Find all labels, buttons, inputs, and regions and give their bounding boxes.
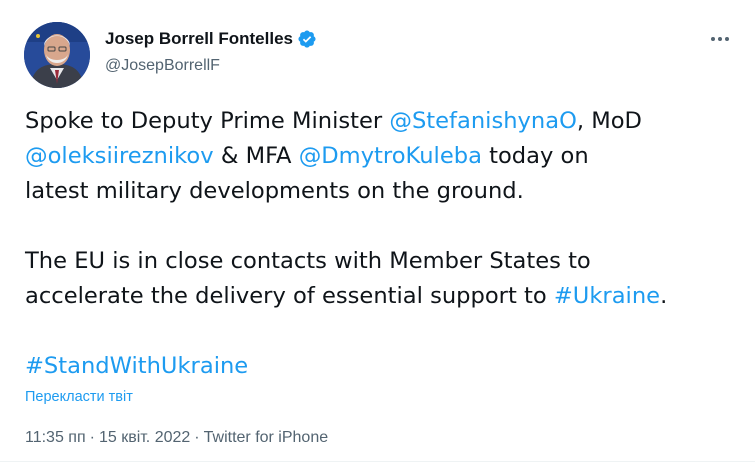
author-name[interactable]: Josep Borrell Fontelles [105,29,317,49]
verified-badge-icon [298,30,316,48]
tweet-text: Spoke to Deputy Prime Minister @Stefanis… [25,104,740,384]
tweet-line: #StandWithUkraine [25,349,740,384]
separator-dot: · [89,429,95,446]
tweet-text-segment: today on [481,143,589,169]
avatar[interactable] [24,22,90,88]
hashtag-link[interactable]: #Ukraine [554,283,660,309]
mention-link[interactable]: @StefanishynaO [389,108,577,134]
tweet-text-segment: Spoke to Deputy Prime Minister [25,108,390,134]
tweet-line: @oleksiireznikov & MFA @DmytroKuleba tod… [25,139,740,174]
tweet-line: latest military developments on the grou… [25,178,524,204]
tweet-text-segment: , MoD [576,108,642,134]
tweet-text-segment: accelerate the delivery of essential sup… [25,283,554,309]
more-options-icon [718,37,722,41]
more-options-icon [725,37,729,41]
author-name-text[interactable]: Josep Borrell Fontelles [105,29,293,49]
more-options-button[interactable] [703,22,737,56]
tweet-text-segment: . [660,283,668,309]
tweet-date[interactable]: 15 квіт. 2022 [99,429,190,446]
tweet-line: Spoke to Deputy Prime Minister @Stefanis… [25,104,740,139]
tweet-text-segment: & MFA [213,143,299,169]
mention-link[interactable]: @DmytroKuleba [299,143,482,169]
tweet-line: The EU is in close contacts with Member … [25,248,591,274]
tweet-line: accelerate the delivery of essential sup… [25,279,740,314]
tweet-time[interactable]: 11:35 пп [25,429,86,446]
tweet-source[interactable]: Twitter for iPhone [204,429,329,446]
hashtag-link[interactable]: #StandWithUkraine [25,353,248,379]
author-handle[interactable]: @JosepBorrellF [105,57,220,75]
translate-tweet-link[interactable]: Перекласти твіт [25,389,133,405]
tweet-card: Josep Borrell Fontelles @JosepBorrellF S… [0,0,755,462]
mention-link[interactable]: @oleksiireznikov [25,143,214,169]
avatar-photo [24,22,90,88]
separator-dot: · [194,429,200,446]
tweet-metadata: 11:35 пп · 15 квіт. 2022 · Twitter for iPhon… [25,429,328,447]
more-options-icon [711,37,715,41]
